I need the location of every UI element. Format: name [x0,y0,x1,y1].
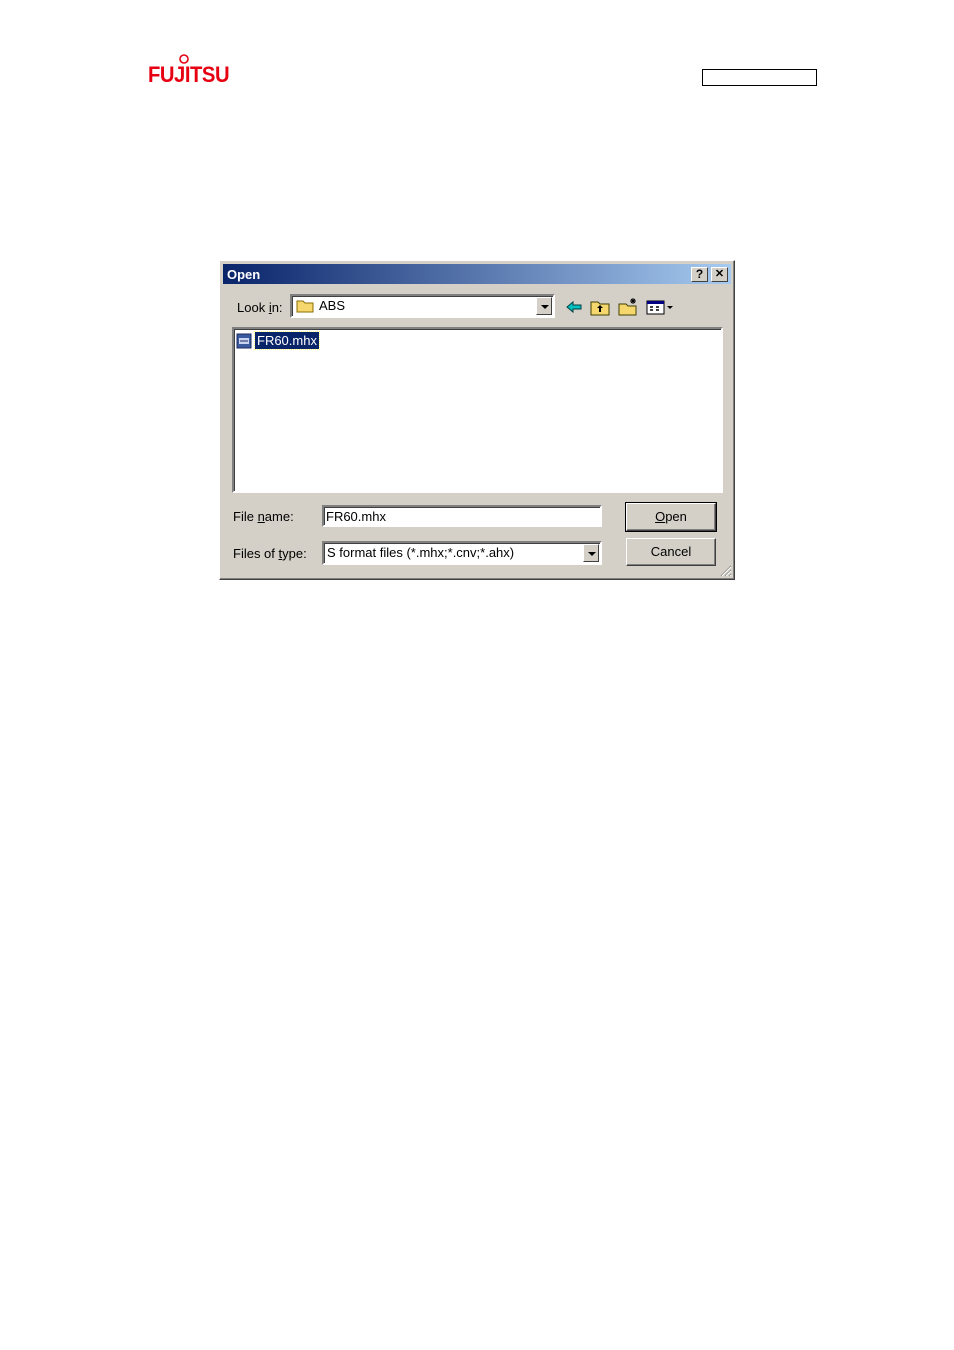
dialog-title: Open [227,267,261,282]
file-name-text[interactable] [326,508,586,524]
folder-icon [296,300,314,313]
look-in-dropdown-button[interactable] [536,297,552,315]
fujitsu-logo: FUJITSU [148,62,230,87]
file-list[interactable]: FR60.mhx [232,327,723,493]
close-button[interactable]: ✕ [711,267,728,282]
look-in-value: ABS [319,298,346,313]
document-number-box [702,69,817,86]
new-folder-icon[interactable] [617,297,639,317]
file-name-label: File name: [233,509,294,524]
open-button[interactable]: Open [625,502,717,532]
files-of-type-select[interactable]: S format files (*.mhx;*.cnv;*.ahx) [322,541,602,565]
files-of-type-value: S format files (*.mhx;*.cnv;*.ahx) [327,545,515,560]
open-dialog: Open ? ✕ Look in: ABS FR60.mhx File name… [219,260,735,580]
look-in-label: Look in: [237,300,283,315]
file-name-input[interactable] [322,505,602,527]
close-icon: ✕ [714,268,725,280]
files-of-type-label: Files of type: [233,546,307,561]
look-in-select[interactable]: ABS [290,294,555,318]
up-folder-icon[interactable] [589,297,611,317]
file-name-label: FR60.mhx [254,331,320,350]
resize-grip-icon[interactable] [720,565,732,577]
back-icon[interactable] [563,297,585,317]
view-menu-icon[interactable] [645,297,677,317]
files-of-type-dropdown-button[interactable] [583,544,599,562]
cancel-button[interactable]: Cancel [626,538,716,566]
dialog-titlebar[interactable]: Open ? ✕ [223,264,731,284]
help-button[interactable]: ? [691,267,708,282]
s-format-file-icon [236,333,252,349]
